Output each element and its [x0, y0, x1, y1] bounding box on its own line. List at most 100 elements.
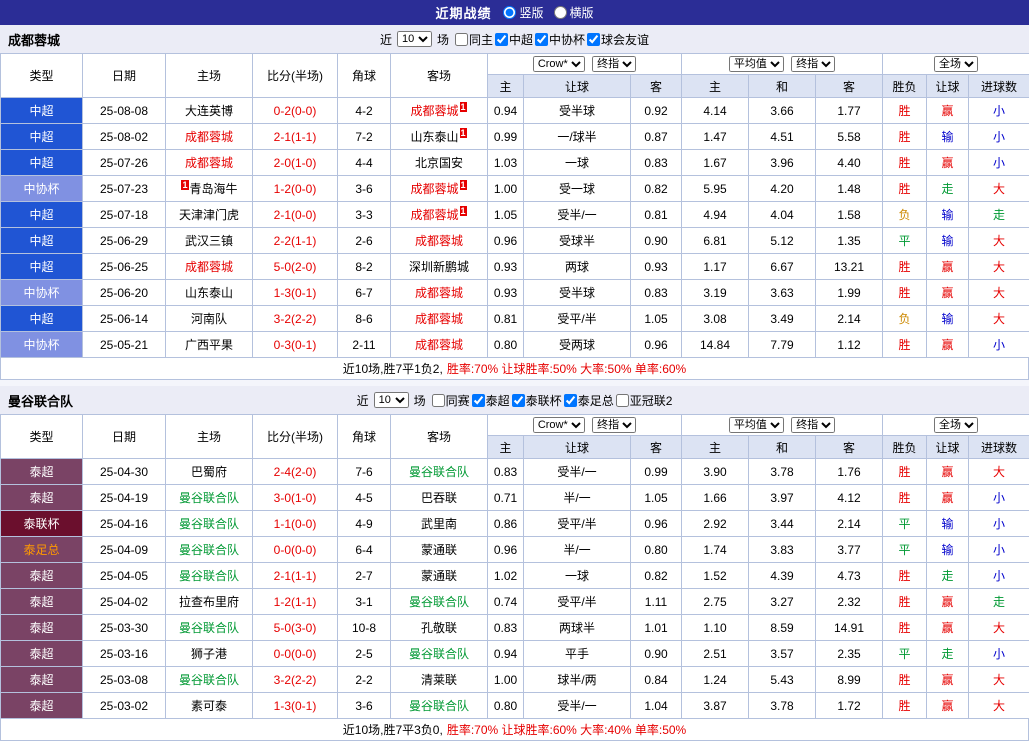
average-select[interactable]: 平均值: [729, 56, 784, 72]
team-label: 清莱联: [421, 673, 457, 687]
handicap-away-odds-cell: 0.80: [631, 537, 682, 563]
filter-checkbox[interactable]: [455, 33, 468, 46]
handicap-away-odds-cell: 0.84: [631, 667, 682, 693]
filter-checkbox[interactable]: [535, 33, 548, 46]
col-handicap: 让球: [524, 436, 631, 459]
team-label: 成都蓉城: [410, 182, 458, 196]
handicap-line-cell: 两球半: [524, 615, 631, 641]
goals-result-cell: 走: [969, 589, 1029, 615]
team-label: 曼谷联合队: [409, 647, 469, 661]
match-row: 泰超25-03-02素可泰1-3(0-1)3-6曼谷联合队0.80受半/一1.0…: [1, 693, 1029, 719]
final-odds-select[interactable]: 终指: [791, 417, 835, 433]
filter-checkbox[interactable]: [587, 33, 600, 46]
team-label: 河南队: [191, 312, 227, 326]
team-label: 曼谷联合队: [409, 595, 469, 609]
handicap-away-odds-cell: 0.96: [631, 511, 682, 537]
fullmatch-select[interactable]: 全场: [934, 56, 978, 72]
layout-option-vertical[interactable]: 竖版: [503, 4, 543, 21]
filter-checkbox[interactable]: [616, 394, 629, 407]
filter-option[interactable]: 泰超: [472, 392, 510, 409]
handicap-home-odds-cell: 1.05: [488, 202, 524, 228]
date-cell: 25-04-09: [83, 537, 166, 563]
bookmaker-select[interactable]: Crow*: [533, 417, 585, 433]
handicap-away-odds-cell: 1.04: [631, 693, 682, 719]
team-label: 蒙通联: [421, 543, 457, 557]
handicap-line-cell: 受两球: [524, 332, 631, 358]
recent-results-table: 类型 日期 主场 比分(半场) 角球 客场 Crow* 终指 平均值 终指: [0, 414, 1029, 719]
filter-checkbox[interactable]: [432, 394, 445, 407]
filter-checkbox[interactable]: [512, 394, 525, 407]
corner-cell: 6-7: [338, 280, 391, 306]
home-team-cell: 巴蜀府: [166, 459, 253, 485]
layout-radio[interactable]: [503, 6, 516, 19]
match-row: 泰超25-04-02拉查布里府1-2(1-1)3-1曼谷联合队0.74受平/半1…: [1, 589, 1029, 615]
away-team-cell: 成都蓉城1: [391, 176, 488, 202]
filter-option[interactable]: 泰足总: [564, 392, 614, 409]
handicap-result-cell: 输: [927, 306, 969, 332]
handicap-result-cell: 输: [927, 124, 969, 150]
filter-option[interactable]: 中超: [495, 31, 533, 48]
corner-cell: 3-6: [338, 693, 391, 719]
home-team-cell: 素可泰: [166, 693, 253, 719]
league-type-cell: 泰超: [1, 459, 83, 485]
final-odds-select[interactable]: 终指: [592, 417, 636, 433]
filter-checkbox[interactable]: [564, 394, 577, 407]
col-handicap: 让球: [524, 75, 631, 98]
handicap-home-odds-cell: 0.83: [488, 459, 524, 485]
layout-radio[interactable]: [554, 6, 567, 19]
col-goals-result: 进球数: [969, 75, 1029, 98]
col-avg-draw: 和: [749, 436, 816, 459]
filter-label: 泰联杯: [526, 392, 562, 409]
handicap-line-cell: 半/一: [524, 485, 631, 511]
filter-checkbox[interactable]: [472, 394, 485, 407]
away-team-cell: 孔敬联: [391, 615, 488, 641]
final-odds-select[interactable]: 终指: [791, 56, 835, 72]
filter-prefix-label: 近: [380, 31, 392, 48]
fullmatch-select[interactable]: 全场: [934, 417, 978, 433]
result-cell: 胜: [883, 459, 927, 485]
home-team-cell: 山东泰山: [166, 280, 253, 306]
col-avg-draw: 和: [749, 75, 816, 98]
match-row: 中协杯25-06-20山东泰山1-3(0-1)6-7成都蓉城0.93受半球0.8…: [1, 280, 1029, 306]
avg-away-cell: 1.12: [816, 332, 883, 358]
goals-result-cell: 大: [969, 176, 1029, 202]
handicap-home-odds-cell: 0.74: [488, 589, 524, 615]
filter-option[interactable]: 同主: [455, 31, 493, 48]
recent-count-select[interactable]: 10: [397, 31, 432, 47]
date-cell: 25-07-18: [83, 202, 166, 228]
col-home: 主场: [166, 54, 253, 98]
corner-cell: 4-4: [338, 150, 391, 176]
home-team-cell: 成都蓉城: [166, 124, 253, 150]
home-team-cell: 曼谷联合队: [166, 485, 253, 511]
handicap-home-odds-cell: 0.80: [488, 332, 524, 358]
score-cell: 2-1(0-0): [253, 202, 338, 228]
avg-away-cell: 1.77: [816, 98, 883, 124]
match-row: 中协杯25-05-21广西平果0-3(0-1)2-11成都蓉城0.80受两球0.…: [1, 332, 1029, 358]
final-odds-select[interactable]: 终指: [592, 56, 636, 72]
handicap-result-cell: 赢: [927, 589, 969, 615]
col-score: 比分(半场): [253, 415, 338, 459]
col-corner: 角球: [338, 415, 391, 459]
col-odds-away: 客: [631, 436, 682, 459]
avg-home-cell: 4.94: [682, 202, 749, 228]
away-team-cell: 曼谷联合队: [391, 459, 488, 485]
layout-option-horizontal[interactable]: 横版: [554, 4, 594, 21]
handicap-line-cell: 受平/半: [524, 589, 631, 615]
average-select[interactable]: 平均值: [729, 417, 784, 433]
score-cell: 2-0(1-0): [253, 150, 338, 176]
filter-option[interactable]: 球会友谊: [587, 31, 649, 48]
avg-draw-cell: 7.79: [749, 332, 816, 358]
recent-count-select[interactable]: 10: [374, 392, 409, 408]
filter-checkbox[interactable]: [495, 33, 508, 46]
filter-option[interactable]: 泰联杯: [512, 392, 562, 409]
avg-draw-cell: 8.59: [749, 615, 816, 641]
filter-option[interactable]: 同赛: [432, 392, 470, 409]
match-row: 中超25-07-18天津津门虎2-1(0-0)3-3成都蓉城11.05受半/一0…: [1, 202, 1029, 228]
handicap-home-odds-cell: 0.96: [488, 228, 524, 254]
filter-option[interactable]: 中协杯: [535, 31, 585, 48]
team-label: 曼谷联合队: [179, 491, 239, 505]
bookmaker-select[interactable]: Crow*: [533, 56, 585, 72]
goals-result-cell: 大: [969, 228, 1029, 254]
filter-option[interactable]: 亚冠联2: [616, 392, 673, 409]
goals-result-cell: 小: [969, 150, 1029, 176]
